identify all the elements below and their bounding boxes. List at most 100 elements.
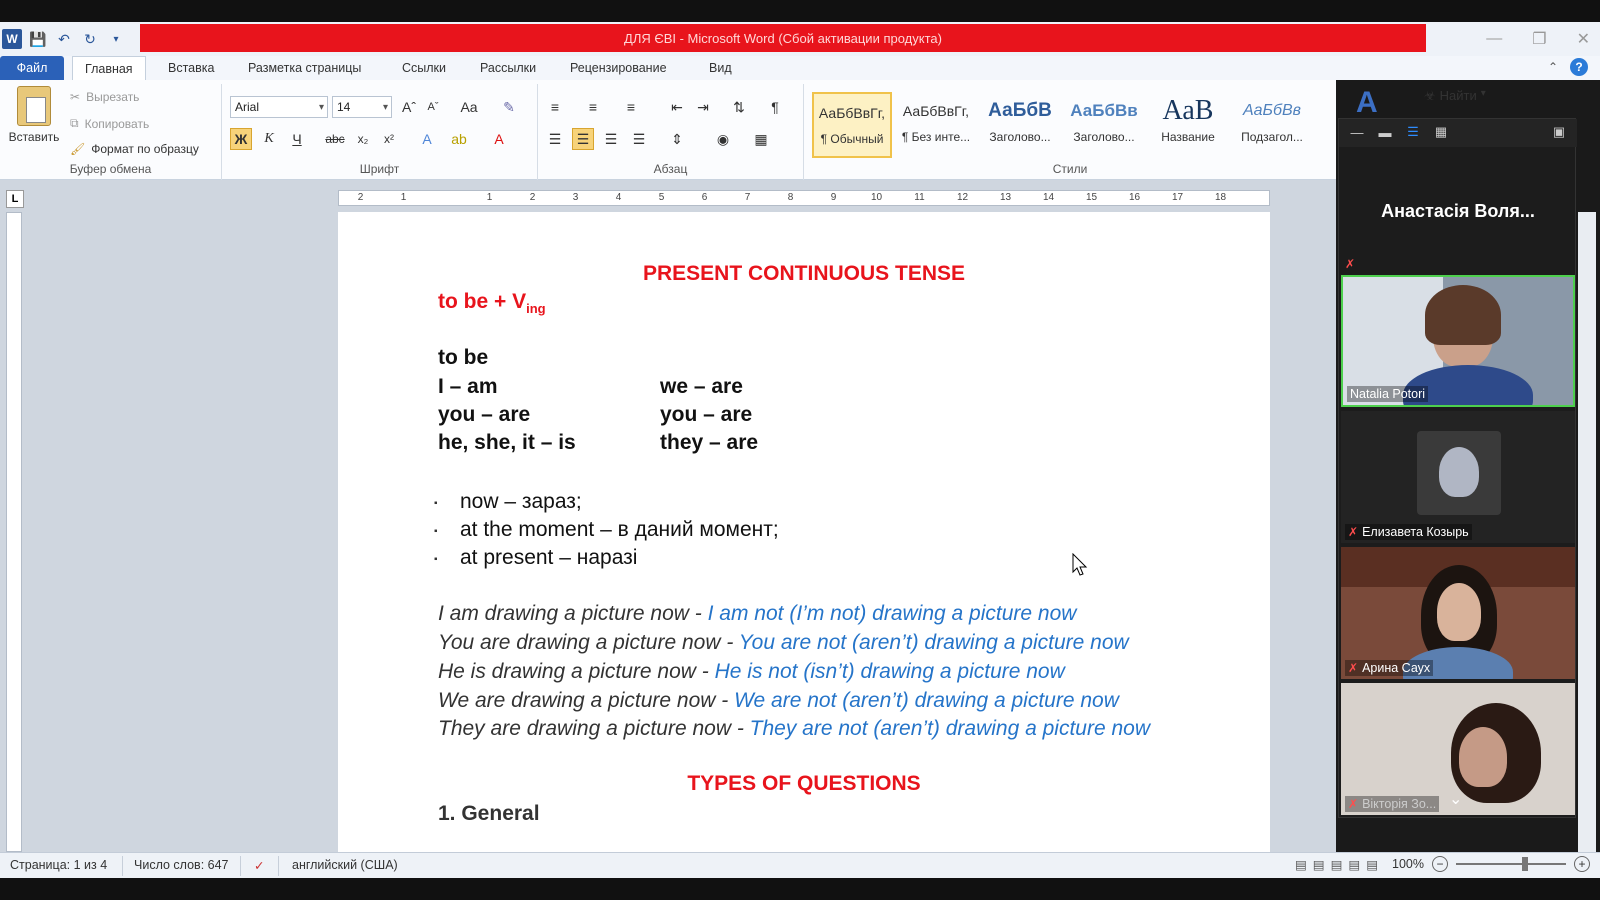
ruler-tick: 18 xyxy=(1214,192,1227,203)
style-name: Заголово... xyxy=(989,130,1051,144)
font-size-select[interactable]: 14 xyxy=(332,96,392,118)
save-icon[interactable]: 💾 xyxy=(28,29,48,49)
text-effects-icon[interactable]: A xyxy=(416,128,438,150)
word-logo-icon[interactable]: W xyxy=(2,29,22,49)
style-heading-2[interactable]: АаБбВв Заголово... xyxy=(1064,92,1144,158)
style-preview: АаВ xyxy=(1162,95,1214,126)
customize-qat-icon[interactable]: ▾ xyxy=(106,29,126,49)
gallery-view-icon[interactable]: ▦ xyxy=(1433,124,1449,139)
vertical-scrollbar[interactable] xyxy=(1578,212,1596,852)
example-positive: I am drawing a picture now - xyxy=(438,602,708,625)
clear-format-icon[interactable]: ✎ xyxy=(498,96,520,118)
format-painter-button[interactable]: 🖌 Формат по образцу xyxy=(70,142,199,156)
tab-insert[interactable]: Вставка xyxy=(168,56,214,80)
clipboard-group: Вставить ✂ Вырезать ⧉ Копировать 🖌 Формат п… xyxy=(0,84,222,180)
participant-tile[interactable]: Natalia Potori xyxy=(1341,275,1575,407)
style-title[interactable]: АаВ Название xyxy=(1148,92,1228,158)
subscript-icon[interactable]: x₂ xyxy=(352,128,374,150)
align-center-icon[interactable]: ☰ xyxy=(572,128,594,150)
exit-minimized-icon[interactable]: ▣ xyxy=(1551,124,1567,139)
minimize-icon[interactable]: — xyxy=(1486,30,1502,48)
change-case-icon[interactable]: Aa xyxy=(458,96,480,118)
zoom-out-icon[interactable]: − xyxy=(1432,856,1448,872)
horizontal-ruler[interactable]: 2 1 1 2 3 4 5 6 7 8 9 10 11 12 13 14 15 16 17 18 xyxy=(338,190,1270,206)
participant-face xyxy=(1439,447,1479,497)
ruler-tick: 14 xyxy=(1042,192,1055,203)
tab-references[interactable]: Ссылки xyxy=(402,56,446,80)
superscript-icon[interactable]: x² xyxy=(378,128,400,150)
tab-review[interactable]: Рецензирование xyxy=(570,56,667,80)
bullets-icon[interactable]: ≡ xyxy=(544,96,566,118)
strikethrough-icon[interactable]: abc xyxy=(324,128,346,150)
bullet-marker: ▪ xyxy=(434,554,438,565)
font-color-icon[interactable]: A xyxy=(488,128,510,150)
tab-mailings[interactable]: Рассылки xyxy=(480,56,536,80)
shading-icon[interactable]: ◉ xyxy=(712,128,734,150)
example-positive: He is drawing a picture now - xyxy=(438,660,715,683)
language[interactable]: английский (США) xyxy=(292,858,398,872)
redo-icon[interactable]: ↻ xyxy=(80,29,100,49)
align-left-icon[interactable]: ☰ xyxy=(544,128,566,150)
strip-view-icon[interactable]: ☰ xyxy=(1405,124,1421,139)
highlight-icon[interactable]: ab xyxy=(448,128,470,150)
zoom-slider[interactable] xyxy=(1456,857,1566,871)
undo-icon[interactable]: ↶ xyxy=(54,29,74,49)
collapse-ribbon-icon[interactable]: ⌃ xyxy=(1548,60,1558,74)
tab-view[interactable]: Вид xyxy=(709,56,732,80)
style-normal[interactable]: АаБбВвГг, ¶ Обычный xyxy=(812,92,892,158)
bullet-marker: ▪ xyxy=(434,498,438,509)
font-name-select[interactable]: Arial xyxy=(230,96,328,118)
restore-icon[interactable]: ❐ xyxy=(1532,29,1546,49)
italic-button[interactable]: К xyxy=(258,128,280,150)
style-no-spacing[interactable]: АаБбВвГг, ¶ Без инте... xyxy=(896,92,976,158)
numbering-icon[interactable]: ≡ xyxy=(582,96,604,118)
change-styles-icon[interactable]: A xyxy=(1356,86,1378,120)
close-icon[interactable]: ✕ xyxy=(1577,29,1590,49)
grow-font-icon[interactable]: Aˆ xyxy=(398,96,420,118)
document-page[interactable]: PRESENT CONTINUOUS TENSE to be + Ving to… xyxy=(338,212,1270,852)
tab-selector[interactable]: L xyxy=(6,190,24,208)
minimize-panel-icon[interactable]: — xyxy=(1349,125,1365,140)
sort-icon[interactable]: ⇅ xyxy=(728,96,750,118)
word-count[interactable]: Число слов: 647 xyxy=(134,858,229,872)
paste-button[interactable]: Вставить xyxy=(6,86,62,144)
style-subtitle[interactable]: АаБбВв Подзагол... xyxy=(1232,92,1312,158)
zoom-level[interactable]: 100% xyxy=(1392,857,1424,871)
zoom-in-icon[interactable]: + xyxy=(1574,856,1590,872)
ruler-tick: 1 xyxy=(486,192,493,203)
style-heading-1[interactable]: АаБбВ Заголово... xyxy=(980,92,1060,158)
tab-home[interactable]: Главная xyxy=(72,56,146,80)
chevron-down-icon[interactable]: ⌄ xyxy=(1449,789,1462,809)
justify-icon[interactable]: ☰ xyxy=(628,128,650,150)
multilevel-list-icon[interactable]: ≡ xyxy=(620,96,642,118)
find-button[interactable]: ☣ Найти ▾ xyxy=(1424,88,1486,104)
example-negative: I am not (I’m not) drawing a picture now xyxy=(707,602,1077,625)
tab-page-layout[interactable]: Разметка страницы xyxy=(248,56,361,80)
increase-indent-icon[interactable]: ⇥ xyxy=(692,96,714,118)
paragraph-label: Абзац xyxy=(653,162,688,176)
decrease-indent-icon[interactable]: ⇤ xyxy=(666,96,688,118)
bold-button[interactable]: Ж xyxy=(230,128,252,150)
copy-button[interactable]: ⧉ Копировать xyxy=(70,116,149,131)
view-buttons[interactable]: ▤▤▤▤▤ xyxy=(1295,857,1384,872)
tab-file[interactable]: Файл xyxy=(0,56,64,80)
style-name: ¶ Обычный xyxy=(820,132,884,146)
proofing-icon[interactable]: ✓ xyxy=(254,858,264,873)
line-spacing-icon[interactable]: ⇕ xyxy=(666,128,688,150)
help-icon[interactable]: ? xyxy=(1570,58,1588,76)
pilcrow-icon[interactable]: ¶ xyxy=(764,96,786,118)
vertical-ruler[interactable] xyxy=(6,212,22,852)
participant-tile[interactable]: ✗ Елизавета Козырь xyxy=(1341,411,1575,543)
speaker-view-icon[interactable]: ▬ xyxy=(1377,125,1393,140)
participant-tile[interactable]: ✗ Арина Саух xyxy=(1341,547,1575,679)
page-count[interactable]: Страница: 1 из 4 xyxy=(10,858,107,872)
borders-icon[interactable]: ▦ xyxy=(750,128,772,150)
style-name: Заголово... xyxy=(1073,130,1135,144)
ruler-tick: 10 xyxy=(870,192,883,203)
style-name: Подзагол... xyxy=(1241,130,1303,144)
shrink-font-icon[interactable]: Aˇ xyxy=(422,96,444,118)
cut-button[interactable]: ✂ Вырезать xyxy=(70,90,139,104)
underline-button[interactable]: Ч xyxy=(286,128,308,150)
align-right-icon[interactable]: ☰ xyxy=(600,128,622,150)
font-group: Arial 14 Aˆ Aˇ Aa ✎ Ж К Ч abc x₂ x² A ab… xyxy=(222,84,538,180)
